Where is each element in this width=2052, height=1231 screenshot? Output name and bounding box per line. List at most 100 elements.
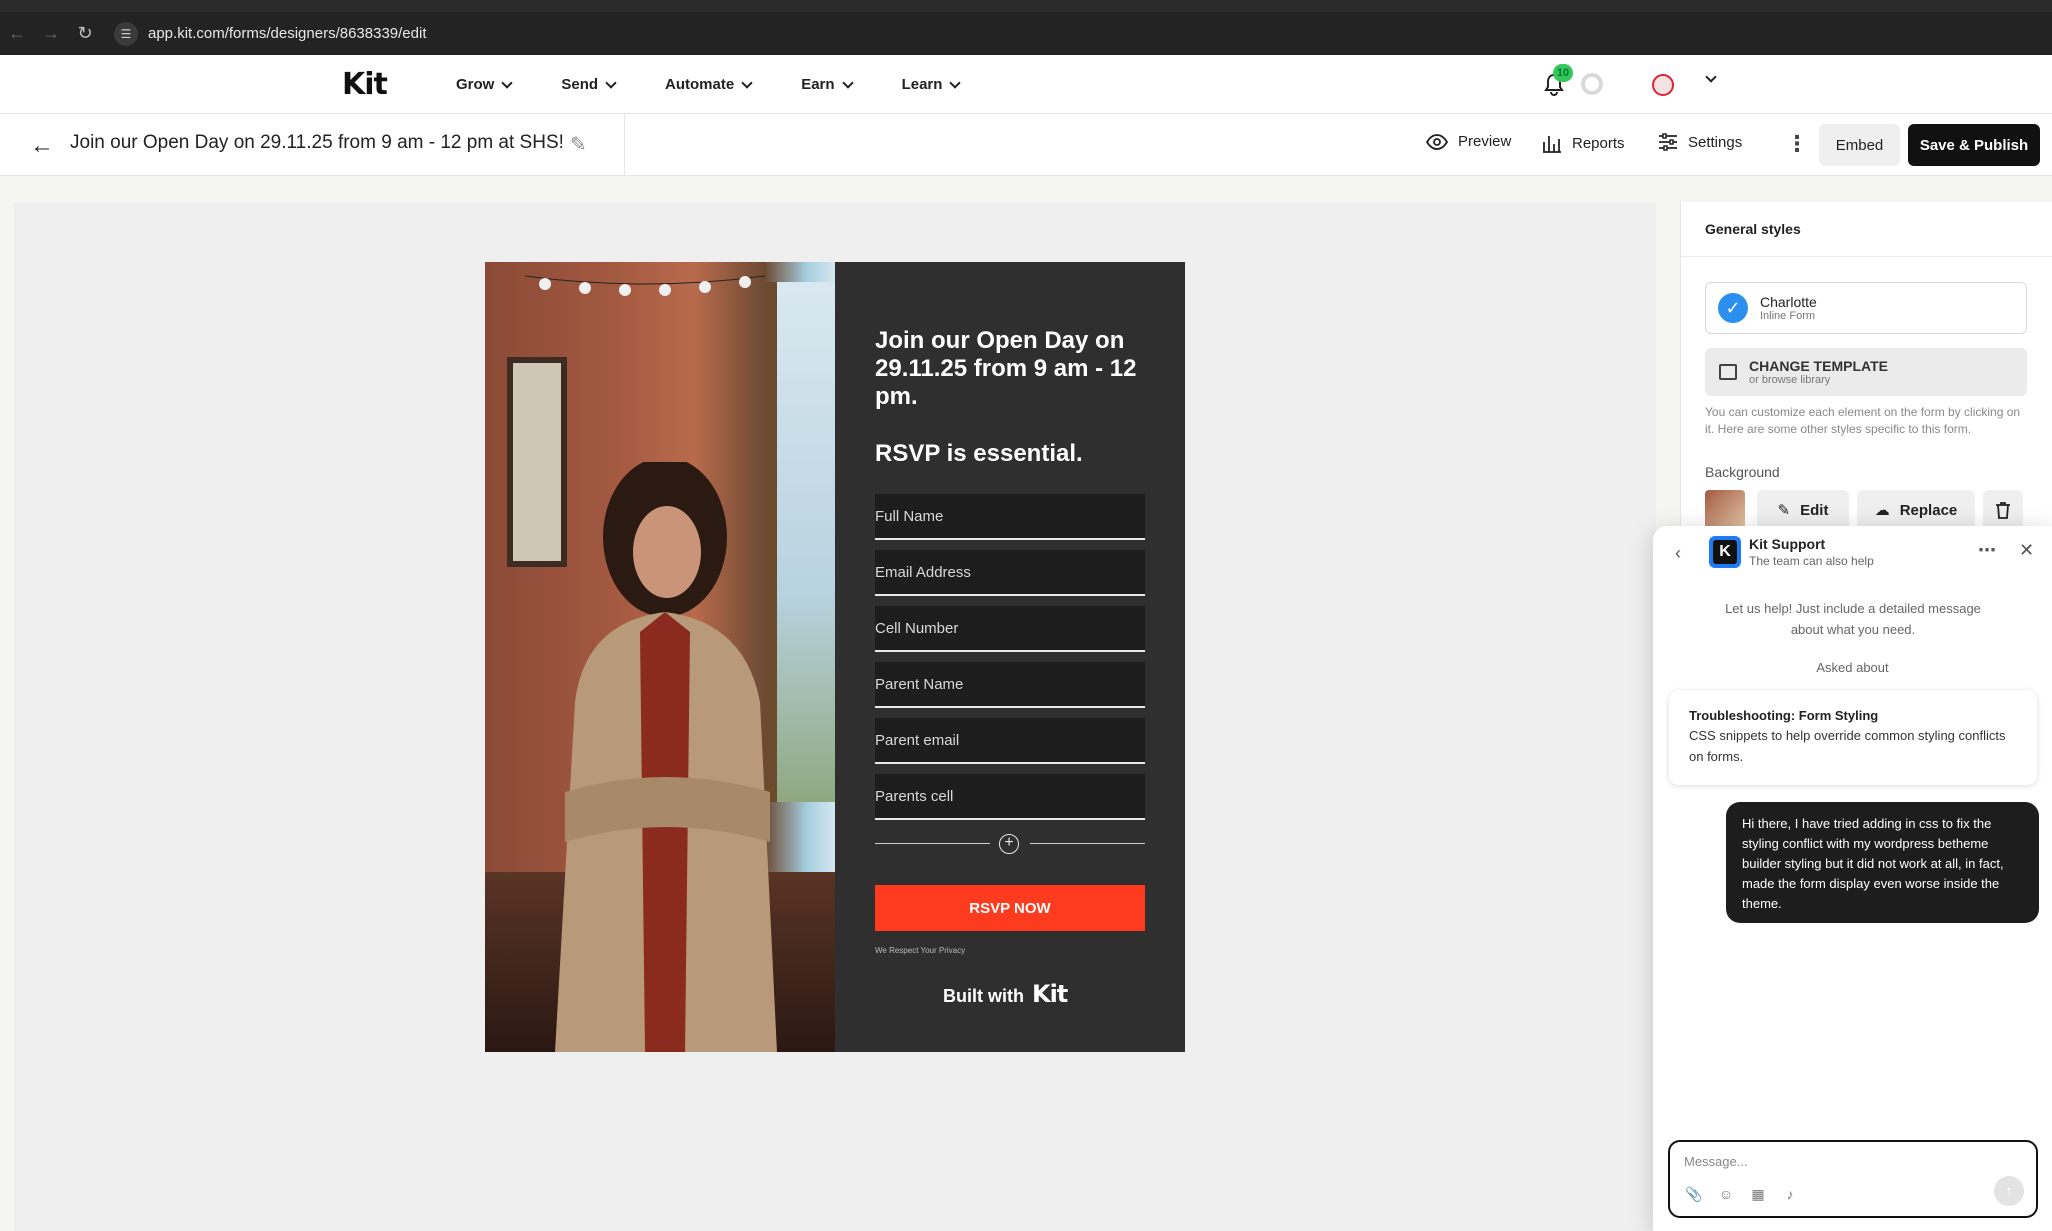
settings-button[interactable]: Settings [1658, 133, 1742, 151]
account-chevron-down-icon[interactable] [1705, 71, 1717, 83]
edit-background-button[interactable]: ✎ Edit [1757, 490, 1849, 530]
rsvp-now-button[interactable]: RSVP NOW [875, 885, 1145, 931]
form-panel: Join our Open Day on 29.11.25 from 9 am … [835, 262, 1185, 1052]
kit-logo[interactable]: Kit [342, 67, 388, 102]
sidebar-title: General styles [1681, 202, 2052, 257]
replace-label: Replace [1899, 501, 1958, 519]
field-label: Cell Number [875, 619, 959, 637]
template-name: Charlotte [1760, 294, 1817, 310]
chevron-down-icon [605, 76, 617, 89]
background-thumbnail[interactable] [1705, 490, 1745, 530]
main-nav: Grow Send Automate Earn Learn [456, 55, 1009, 114]
form-background-image[interactable] [485, 262, 835, 1052]
attachment-icon[interactable]: 📎 [1684, 1184, 1704, 1204]
nav-earn[interactable]: Earn [801, 76, 854, 93]
replace-background-button[interactable]: ☁ Replace [1857, 490, 1975, 530]
pencil-icon[interactable]: ✎ [570, 132, 587, 157]
nav-automate[interactable]: Automate [665, 76, 753, 93]
nav-learn-label: Learn [901, 76, 943, 93]
privacy-text[interactable]: We Respect Your Privacy [875, 946, 965, 955]
field-cell-number[interactable]: Cell Number [875, 606, 1145, 652]
trash-icon [1996, 502, 2010, 519]
nav-send-label: Send [561, 76, 599, 93]
divider [875, 843, 990, 844]
browser-forward-icon[interactable]: → [34, 12, 68, 55]
divider [624, 114, 625, 176]
pencil-icon: ✎ [1777, 502, 1791, 519]
gif-icon[interactable]: ▦ [1748, 1184, 1768, 1204]
embed-button[interactable]: Embed [1819, 124, 1900, 166]
chevron-down-icon [741, 76, 753, 89]
nav-grow[interactable]: Grow [456, 76, 514, 93]
photo-string-lights [525, 275, 765, 296]
user-message-bubble: Hi there, I have tried adding in css to … [1726, 802, 2039, 923]
field-label: Parents cell [875, 787, 954, 805]
support-chat-widget: ‹ K Kit Support The team can also help ⋯… [1653, 526, 2052, 1231]
built-with-kit-badge[interactable]: Built with Kit [943, 980, 1068, 1008]
app-header: Kit Grow Send Automate Earn Learn 10 [0, 55, 2052, 114]
settings-label: Settings [1688, 133, 1743, 151]
help-text: You can customize each element on the fo… [1705, 405, 2021, 436]
browser-reload-icon[interactable]: ↻ [68, 12, 102, 55]
nav-send[interactable]: Send [561, 76, 617, 93]
field-parent-email[interactable]: Parent email [875, 718, 1145, 764]
composer-tools: 📎 ☺ ▦ ♪ [1684, 1184, 1812, 1204]
editor-toolbar: ← Join our Open Day on 29.11.25 from 9 a… [0, 114, 2052, 176]
edit-label: Edit [1800, 501, 1829, 519]
background-label: Background [1705, 464, 1780, 480]
field-label: Parent Name [875, 675, 964, 693]
delete-background-button[interactable] [1983, 490, 2023, 530]
field-email-address[interactable]: Email Address [875, 550, 1145, 596]
message-composer[interactable]: Message... 📎 ☺ ▦ ♪ ↑ [1668, 1140, 2038, 1218]
change-template-sub: or browse library [1749, 374, 1831, 386]
avatar[interactable] [1652, 74, 1674, 96]
notification-badge: 10 [1553, 64, 1573, 82]
more-options-icon[interactable]: ⋯ [1978, 540, 1996, 561]
microphone-icon[interactable]: ♪ [1780, 1184, 1800, 1204]
chat-agent-tagline: The team can also help [1749, 554, 1874, 568]
browser-back-icon[interactable]: ← [0, 12, 34, 55]
more-options-icon[interactable]: ⋮ [1786, 131, 1808, 157]
divider [1030, 843, 1145, 844]
site-settings-icon[interactable]: ☰ [114, 21, 138, 46]
back-arrow-icon[interactable]: ← [30, 132, 54, 160]
address-bar[interactable]: ☰ app.kit.com/forms/designers/8638339/ed… [114, 19, 427, 49]
topic-card[interactable]: Troubleshooting: Form Styling CSS snippe… [1669, 690, 2037, 785]
save-publish-button[interactable]: Save & Publish [1908, 124, 2040, 166]
nav-earn-label: Earn [801, 76, 835, 93]
field-label: Parent email [875, 731, 960, 749]
template-info: Charlotte Inline Form [1748, 294, 1817, 322]
reports-button[interactable]: Reports [1542, 133, 1625, 153]
preview-button[interactable]: Preview [1426, 133, 1511, 150]
template-type: Inline Form [1760, 310, 1816, 322]
message-input[interactable]: Message... [1684, 1154, 1748, 1169]
topic-title: Troubleshooting: Form Styling [1689, 708, 1879, 723]
field-parent-name[interactable]: Parent Name [875, 662, 1145, 708]
eye-icon [1426, 133, 1448, 150]
chat-header: ‹ K Kit Support The team can also help ⋯… [1653, 526, 2052, 582]
emoji-icon[interactable]: ☺ [1716, 1184, 1736, 1204]
check-icon: ✓ [1718, 293, 1748, 323]
preview-label: Preview [1458, 133, 1512, 150]
field-parents-cell[interactable]: Parents cell [875, 774, 1145, 820]
chevron-down-icon [949, 76, 962, 89]
form-preview: Join our Open Day on 29.11.25 from 9 am … [485, 262, 1185, 1052]
send-icon[interactable]: ↑ [1994, 1176, 2024, 1206]
chevron-down-icon [841, 76, 854, 89]
form-title[interactable]: Join our Open Day on 29.11.25 from 9 am … [70, 132, 564, 154]
add-field-plus-icon[interactable]: + [999, 834, 1019, 854]
chevron-down-icon [501, 76, 514, 89]
photo-person [555, 462, 777, 1052]
chevron-left-icon[interactable]: ‹ [1675, 543, 1681, 564]
nav-learn[interactable]: Learn [901, 76, 962, 93]
topic-body: CSS snippets to help override common sty… [1689, 728, 2006, 764]
nav-grow-label: Grow [456, 76, 495, 93]
form-heading[interactable]: Join our Open Day on 29.11.25 from 9 am … [875, 327, 1165, 411]
close-icon[interactable]: ✕ [2019, 540, 2034, 561]
change-template-button[interactable]: CHANGE TEMPLATE or browse library [1705, 348, 2027, 396]
nav-automate-label: Automate [665, 76, 735, 93]
template-card[interactable]: ✓ Charlotte Inline Form [1705, 282, 2027, 334]
url-text[interactable]: app.kit.com/forms/designers/8638339/edit [148, 25, 427, 42]
field-full-name[interactable]: Full Name [875, 494, 1145, 540]
form-subheading[interactable]: RSVP is essential. [875, 440, 1083, 468]
